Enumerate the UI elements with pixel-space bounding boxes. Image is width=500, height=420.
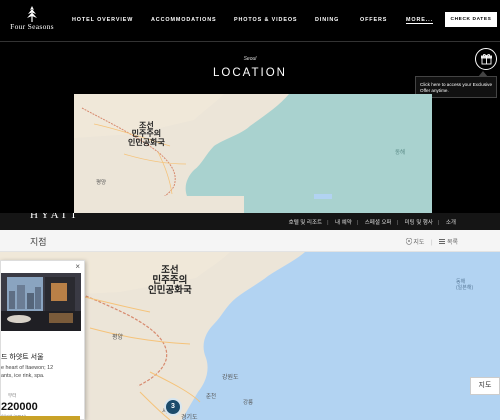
hotel-cluster-marker[interactable]: 3 (164, 398, 182, 416)
nav-dining[interactable]: DINING (315, 17, 339, 23)
hotel-description-line: ants, ice rink, spa. (1, 372, 45, 379)
location-subtitle: Seoul (243, 56, 257, 62)
map-type-button[interactable]: 지도 (470, 377, 500, 395)
map2-label-north-korea: 조선 민주주의 인민공화국 (148, 265, 192, 296)
hyatt-page: HYATT 호텔 및 리조트 | 내 예약 | 스페셜 오퍼 | 미팅 및 행사 | 소… (0, 213, 500, 420)
hotel-price: 220000 (1, 401, 38, 413)
view-list-link[interactable]: 목록 (447, 240, 458, 246)
map-label-north-korea: 조선 민주주의 인민공화국 (128, 121, 165, 147)
tree-logo-icon (27, 6, 37, 22)
top-navigation-bar: Four Seasons HOTEL OVERVIEW ACCOMMODATIO… (0, 0, 500, 42)
nav-accommodations[interactable]: ACCOMMODATIONS (151, 17, 217, 23)
map2-label-gangneung: 강릉 (243, 400, 254, 406)
room-photo (1, 273, 81, 331)
map-pin-icon (405, 237, 413, 246)
logo-text: Four Seasons (10, 22, 54, 31)
nav-hotel-overview[interactable]: HOTEL OVERVIEW (72, 17, 133, 23)
close-icon[interactable]: × (75, 262, 80, 271)
map-label-pyongyang: 평양 (96, 180, 107, 186)
four-seasons-logo[interactable]: Four Seasons (4, 6, 60, 36)
hotel-room-image (1, 273, 81, 331)
price-from-label: 부터 (8, 393, 17, 398)
hotel-name[interactable]: 드 하얏트 서울 (1, 352, 44, 362)
view-separator: | (431, 240, 433, 246)
util-separator: | (437, 220, 440, 226)
util-separator: | (356, 220, 359, 226)
screenshot-root: Four Seasons HOTEL OVERVIEW ACCOMMODATIO… (0, 0, 500, 420)
hotel-description: e heart of Itaewon; 12 ants, ice rink, s… (1, 365, 81, 380)
exclusive-offer-button[interactable] (475, 48, 497, 70)
gift-icon (481, 53, 492, 65)
locations-title: 지점 (30, 237, 47, 247)
hyatt-utility-links: 호텔 및 리조트 | 내 예약 | 스페셜 오퍼 | 미팅 및 행사 | 소개 (289, 218, 456, 226)
nav-photos-videos[interactable]: PHOTOS & VIDEOS (234, 17, 297, 23)
util-link-meetings[interactable]: 미팅 및 행사 (405, 220, 433, 226)
hyatt-top-bar: HYATT 호텔 및 리조트 | 내 예약 | 스페셜 오퍼 | 미팅 및 행사 | 소… (0, 213, 500, 230)
util-link-special-offers[interactable]: 스페셜 오퍼 (365, 220, 392, 226)
map2-label-pyongyang: 평양 (112, 335, 124, 341)
map-graphic (74, 94, 432, 213)
hotel-description-line: e heart of Itaewon; 12 (1, 365, 54, 371)
map2-label-sea: 동해 (일본해) (456, 279, 474, 291)
map2-label-chuncheon: 춘천 (206, 394, 217, 400)
list-icon (439, 239, 446, 244)
map2-label-gangwon: 강원도 (222, 375, 239, 381)
check-dates-button[interactable]: CHECK DATES (445, 12, 497, 27)
location-map[interactable]: 조선 민주주의 인민공화국 평양 동해 (74, 94, 432, 213)
map2-label-gyeonggi: 경기도 (181, 415, 198, 420)
hyatt-logo[interactable]: HYATT (30, 213, 80, 221)
util-separator: | (396, 220, 399, 226)
nav-offers[interactable]: OFFERS (360, 17, 387, 23)
view-map-link[interactable]: 지도 (413, 240, 424, 246)
util-link-about[interactable]: 소개 (446, 220, 456, 226)
hotel-card[interactable]: × 드 하얏트 서울 e heart of Itaewon; 12 ants, … (0, 260, 85, 420)
view-toggle: 지도 | 목록 (405, 237, 458, 246)
util-link-hotels[interactable]: 호텔 및 리조트 (289, 220, 322, 226)
nav-more[interactable]: MORE... (406, 17, 433, 24)
util-separator: | (327, 220, 329, 226)
book-button-strip[interactable] (0, 416, 80, 420)
util-link-reservations[interactable]: 내 예약 (335, 220, 352, 226)
map-label-sea: 동해 (395, 150, 406, 156)
locations-header: 지점 지도 | 목록 (0, 230, 500, 252)
